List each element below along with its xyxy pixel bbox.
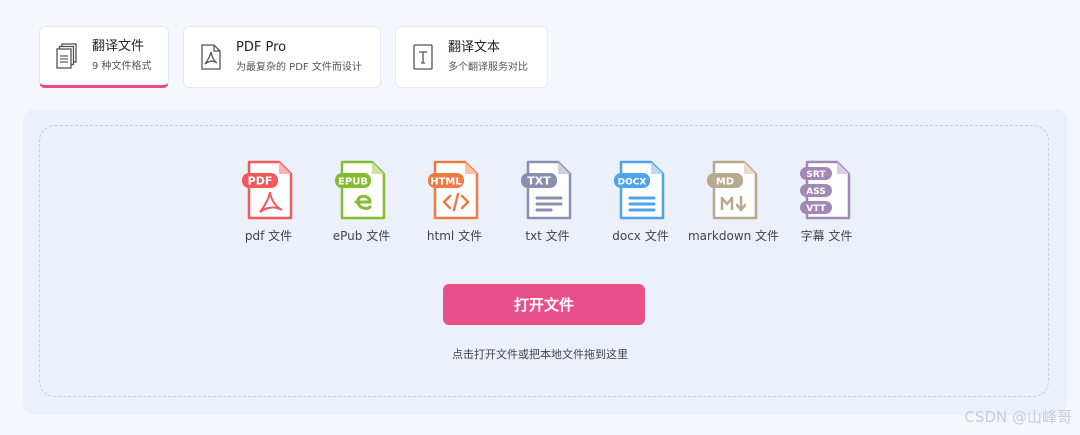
format-pdf: PDF pdf 文件 [222,160,315,243]
mode-tabs: 翻译文件 9 种文件格式 PDF Pro 为最复杂的 PDF 文件而设计 翻译文… [39,26,548,88]
upload-panel [23,109,1067,415]
format-subtitles: SRT ASS VTT 字幕 文件 [780,160,873,243]
svg-text:MD: MD [715,177,733,188]
format-label: docx 文件 [612,229,669,243]
watermark: CSDN @山峰哥 [964,408,1072,426]
format-label: markdown 文件 [687,229,780,243]
format-label: 字幕 文件 [800,229,853,243]
svg-text:PDF: PDF [247,175,272,188]
text-icon [412,43,434,71]
format-label: pdf 文件 [244,229,293,243]
format-epub: EPUB ePub 文件 [315,160,408,243]
format-label: html 文件 [426,229,483,243]
tab-translate-text[interactable]: 翻译文本 多个翻译服务对比 [395,26,548,88]
markdown-file-icon: MD [706,160,757,220]
html-file-icon: HTML [427,160,478,220]
pdf-icon [200,43,222,71]
docx-file-icon: DOCX [613,160,664,220]
svg-text:DOCX: DOCX [617,178,646,188]
tab-translate-files[interactable]: 翻译文件 9 种文件格式 [39,26,169,88]
open-file-button[interactable]: 打开文件 [443,284,645,325]
subtitle-file-icon: SRT ASS VTT [799,160,850,220]
tab-subtitle: 9 种文件格式 [92,61,152,72]
pdf-file-icon: PDF [241,160,292,220]
format-label: ePub 文件 [332,229,391,243]
tab-subtitle: 为最复杂的 PDF 文件而设计 [236,62,362,73]
tab-subtitle: 多个翻译服务对比 [448,62,528,73]
svg-text:EPUB: EPUB [338,177,368,188]
tab-title: 翻译文本 [448,40,501,55]
supported-formats: PDF pdf 文件 EPUB ePub 文件 HTML html 文件 TXT… [222,160,873,243]
txt-file-icon: TXT [520,160,571,220]
format-label: txt 文件 [525,229,570,243]
svg-text:SRT: SRT [806,170,826,180]
tab-title: 翻译文件 [92,39,145,54]
tab-title: PDF Pro [236,40,287,55]
format-txt: TXT txt 文件 [501,160,594,243]
svg-text:VTT: VTT [806,204,826,214]
format-html: HTML html 文件 [408,160,501,243]
epub-file-icon: EPUB [334,160,385,220]
drop-hint: 点击打开文件或把本地文件拖到这里 [452,348,628,361]
format-docx: DOCX docx 文件 [594,160,687,243]
tab-pdf-pro[interactable]: PDF Pro 为最复杂的 PDF 文件而设计 [183,26,381,88]
format-markdown: MD markdown 文件 [687,160,780,243]
svg-text:ASS: ASS [806,187,826,197]
documents-icon [56,42,78,70]
svg-text:TXT: TXT [527,175,551,188]
svg-text:HTML: HTML [430,177,462,188]
